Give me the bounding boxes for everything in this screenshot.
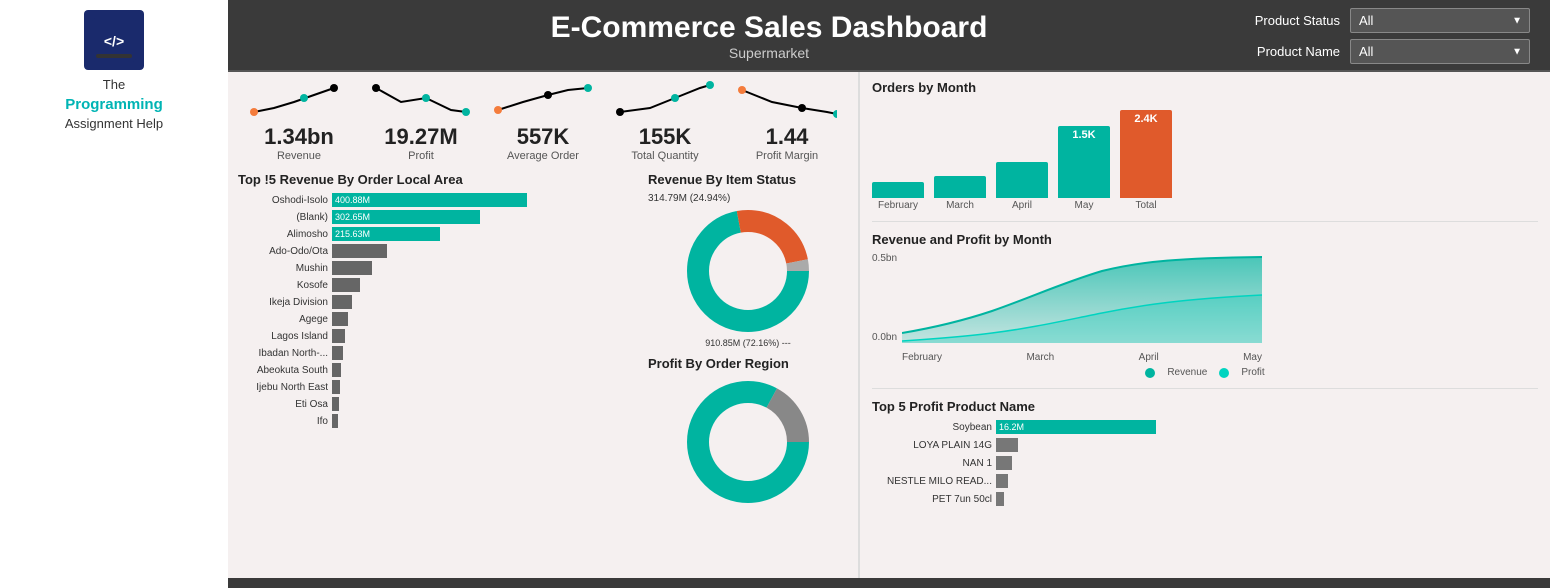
table-row: Oshodi-Isolo 400.88M	[238, 193, 638, 207]
filter-name-wrapper[interactable]: All	[1350, 39, 1530, 64]
qty-label: Total Quantity	[631, 150, 698, 162]
kpi-total-qty: 155K Total Quantity	[605, 80, 725, 162]
qty-sparkline	[615, 80, 715, 120]
revenue-legend-label: Revenue	[1167, 367, 1207, 378]
top5-revenue-bars: Oshodi-Isolo 400.88M (Blank) 302.65M Ali…	[238, 193, 638, 428]
table-row: Mushin	[238, 261, 638, 275]
rev-profit-section: Revenue and Profit by Month 0.5bn 0.0bn	[872, 232, 1538, 378]
table-row: NAN 1	[872, 456, 1538, 470]
revenue-donut	[683, 206, 813, 336]
revenue-sparkline	[249, 80, 349, 120]
logo-panel: </> The Programming Assignment Help	[0, 0, 228, 588]
kpi-avg-order: 557K Average Order	[483, 80, 603, 162]
left-panel: 1.34bn Revenue 19.27M Profit	[228, 72, 858, 578]
kpi-revenue: 1.34bn Revenue	[239, 80, 359, 162]
profit-legend-label: Profit	[1241, 367, 1264, 378]
table-row: Alimosho 215.63M	[238, 227, 638, 241]
logo-icon: </>	[84, 10, 144, 70]
donut-section: Revenue By Item Status 314.79M (24.94%) …	[648, 172, 848, 552]
orders-chart: February March April 1.5K May	[872, 101, 1538, 211]
kpi-profit: 19.27M Profit	[361, 80, 481, 162]
margin-sparkline	[737, 80, 837, 120]
orders-bar-feb: February	[872, 182, 924, 211]
avg-order-label: Average Order	[507, 150, 579, 162]
rev-profit-title: Revenue and Profit by Month	[872, 232, 1538, 247]
header: E-Commerce Sales Dashboard Supermarket P…	[228, 0, 1550, 72]
top5-revenue-title: Top !5 Revenue By Order Local Area	[238, 172, 638, 187]
table-row: Ikeja Division	[238, 295, 638, 309]
orders-bar-april: April	[996, 162, 1048, 211]
profit-region-title: Profit By Order Region	[648, 356, 848, 371]
right-panel: Orders by Month February March April	[858, 72, 1550, 578]
svg-text:</>: </>	[104, 33, 124, 49]
logo-text: The Programming Assignment Help	[65, 76, 163, 133]
rev-profit-legend: Revenue Profit	[872, 367, 1538, 378]
orders-by-month-section: Orders by Month February March April	[872, 80, 1538, 211]
segment2-label: 910.85M (72.16%) ---	[648, 338, 848, 348]
profit-region-donut	[683, 377, 813, 507]
profit-sparkline	[371, 80, 471, 120]
top5-profit-bars: Soybean 16.2M LOYA PLAIN 14G NAN 1	[872, 420, 1538, 506]
table-row: Lagos Island	[238, 329, 638, 343]
product-name-select[interactable]: All	[1350, 39, 1530, 64]
orders-bar-total: 2.4K Total	[1120, 110, 1172, 211]
filter-name-label: Product Name	[1230, 44, 1340, 59]
table-row: Abeokuta South	[238, 363, 638, 377]
filter-status-wrapper[interactable]: All	[1350, 8, 1530, 33]
table-row: Soybean 16.2M	[872, 420, 1538, 434]
top5-revenue-section: Top !5 Revenue By Order Local Area Oshod…	[238, 172, 638, 552]
filter-name-row: Product Name All	[1230, 39, 1530, 64]
rev-profit-chart: 0.5bn 0.0bn	[872, 253, 1538, 363]
kpi-row: 1.34bn Revenue 19.27M Profit	[238, 80, 848, 162]
table-row: Agege	[238, 312, 638, 326]
top5-profit-section: Top 5 Profit Product Name Soybean 16.2M …	[872, 399, 1538, 506]
filters-panel: Product Status All Product Name All	[1230, 8, 1530, 64]
top5-profit-title: Top 5 Profit Product Name	[872, 399, 1538, 414]
orders-title: Orders by Month	[872, 80, 1538, 95]
qty-value: 155K	[639, 124, 692, 150]
title-group: E-Commerce Sales Dashboard Supermarket	[551, 11, 988, 61]
content-area: 1.34bn Revenue 19.27M Profit	[228, 72, 1550, 578]
table-row: Ado-Odo/Ota	[238, 244, 638, 258]
product-status-select[interactable]: All	[1350, 8, 1530, 33]
table-row: LOYA PLAIN 14G	[872, 438, 1538, 452]
table-row: Ifo	[238, 414, 638, 428]
avg-order-value: 557K	[517, 124, 570, 150]
filter-status-row: Product Status All	[1230, 8, 1530, 33]
dashboard: E-Commerce Sales Dashboard Supermarket P…	[228, 0, 1550, 588]
dashboard-subtitle: Supermarket	[729, 45, 809, 61]
orders-bar-march: March	[934, 176, 986, 211]
table-row: NESTLE MILO READ...	[872, 474, 1538, 488]
table-row: Eti Osa	[238, 397, 638, 411]
charts-row: Top !5 Revenue By Order Local Area Oshod…	[238, 172, 848, 552]
profit-legend-dot	[1219, 368, 1229, 378]
dashboard-title: E-Commerce Sales Dashboard	[551, 11, 988, 45]
divider2	[872, 388, 1538, 389]
table-row: Ibadan North-...	[238, 346, 638, 360]
revenue-label: Revenue	[277, 150, 321, 162]
table-row: PET 7un 50cl	[872, 492, 1538, 506]
area-chart-svg	[902, 253, 1262, 343]
margin-label: Profit Margin	[756, 150, 818, 162]
table-row: (Blank) 302.65M	[238, 210, 638, 224]
profit-value: 19.27M	[384, 124, 457, 150]
divider1	[872, 221, 1538, 222]
kpi-margin: 1.44 Profit Margin	[727, 80, 847, 162]
revenue-value: 1.34bn	[264, 124, 334, 150]
segment1-label: 314.79M (24.94%)	[648, 193, 848, 204]
table-row: Ijebu North East	[238, 380, 638, 394]
avg-order-sparkline	[493, 80, 593, 120]
revenue-item-title: Revenue By Item Status	[648, 172, 848, 187]
filter-status-label: Product Status	[1230, 13, 1340, 28]
table-row: Kosofe	[238, 278, 638, 292]
margin-value: 1.44	[766, 124, 809, 150]
orders-bar-may: 1.5K May	[1058, 126, 1110, 211]
profit-label: Profit	[408, 150, 434, 162]
revenue-legend-dot	[1145, 368, 1155, 378]
